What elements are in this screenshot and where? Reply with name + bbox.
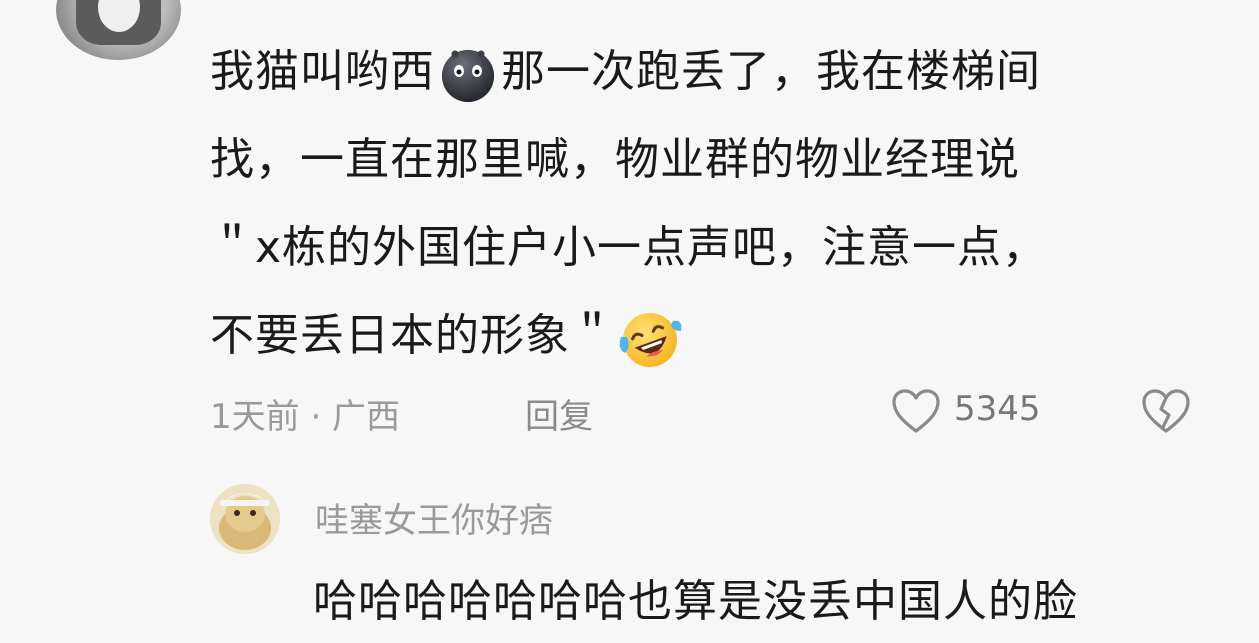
comment-line-3: ＂x栋的外国住户小一点声吧，注意一点， (210, 222, 1048, 273)
laughing-tears-emoji-icon (617, 307, 682, 369)
comment-line-4: 不要丢日本的形象＂ (210, 292, 1200, 380)
comment-line-1-after: 那一次跑丢了，我在楼梯间 (501, 46, 1041, 97)
comment-line-4-text: 不要丢日本的形象＂ (210, 310, 615, 361)
heart-outline-icon (892, 389, 940, 433)
broken-heart-icon[interactable] (1140, 387, 1192, 435)
like-count: 5345 (954, 389, 1041, 429)
commenter-avatar[interactable] (56, 0, 181, 60)
comment-line-1-before: 我猫叫哟西 (210, 46, 435, 97)
comment-body: 我猫叫哟西 那一次跑丢了，我在楼梯间 找，一直在那里喊，物业群的物业经理说 ＂x… (210, 28, 1200, 380)
reply-avatar[interactable] (210, 484, 280, 554)
comment-thread: 我猫叫哟西 那一次跑丢了，我在楼梯间 找，一直在那里喊，物业群的物业经理说 ＂x… (0, 0, 1259, 643)
reply-text: 哈哈哈哈哈哈哈也算是没丢中国人的脸 (313, 576, 1078, 627)
comment-meta-row: 1天前 · 广西 回复 5345 (210, 383, 1210, 439)
dark-face-emoji-icon (437, 43, 499, 105)
comment-line-2: 找，一直在那里喊，物业群的物业经理说 (210, 134, 1020, 185)
reply-button[interactable]: 回复 (525, 389, 593, 438)
comment-line-1: 我猫叫哟西 那一次跑丢了，我在楼梯间 (210, 28, 1200, 116)
reply-avatar-image (210, 484, 280, 554)
comment-time-location: 1天前 · 广西 (210, 397, 401, 437)
reply-author-name[interactable]: 哇塞女王你好痞 (315, 493, 553, 542)
